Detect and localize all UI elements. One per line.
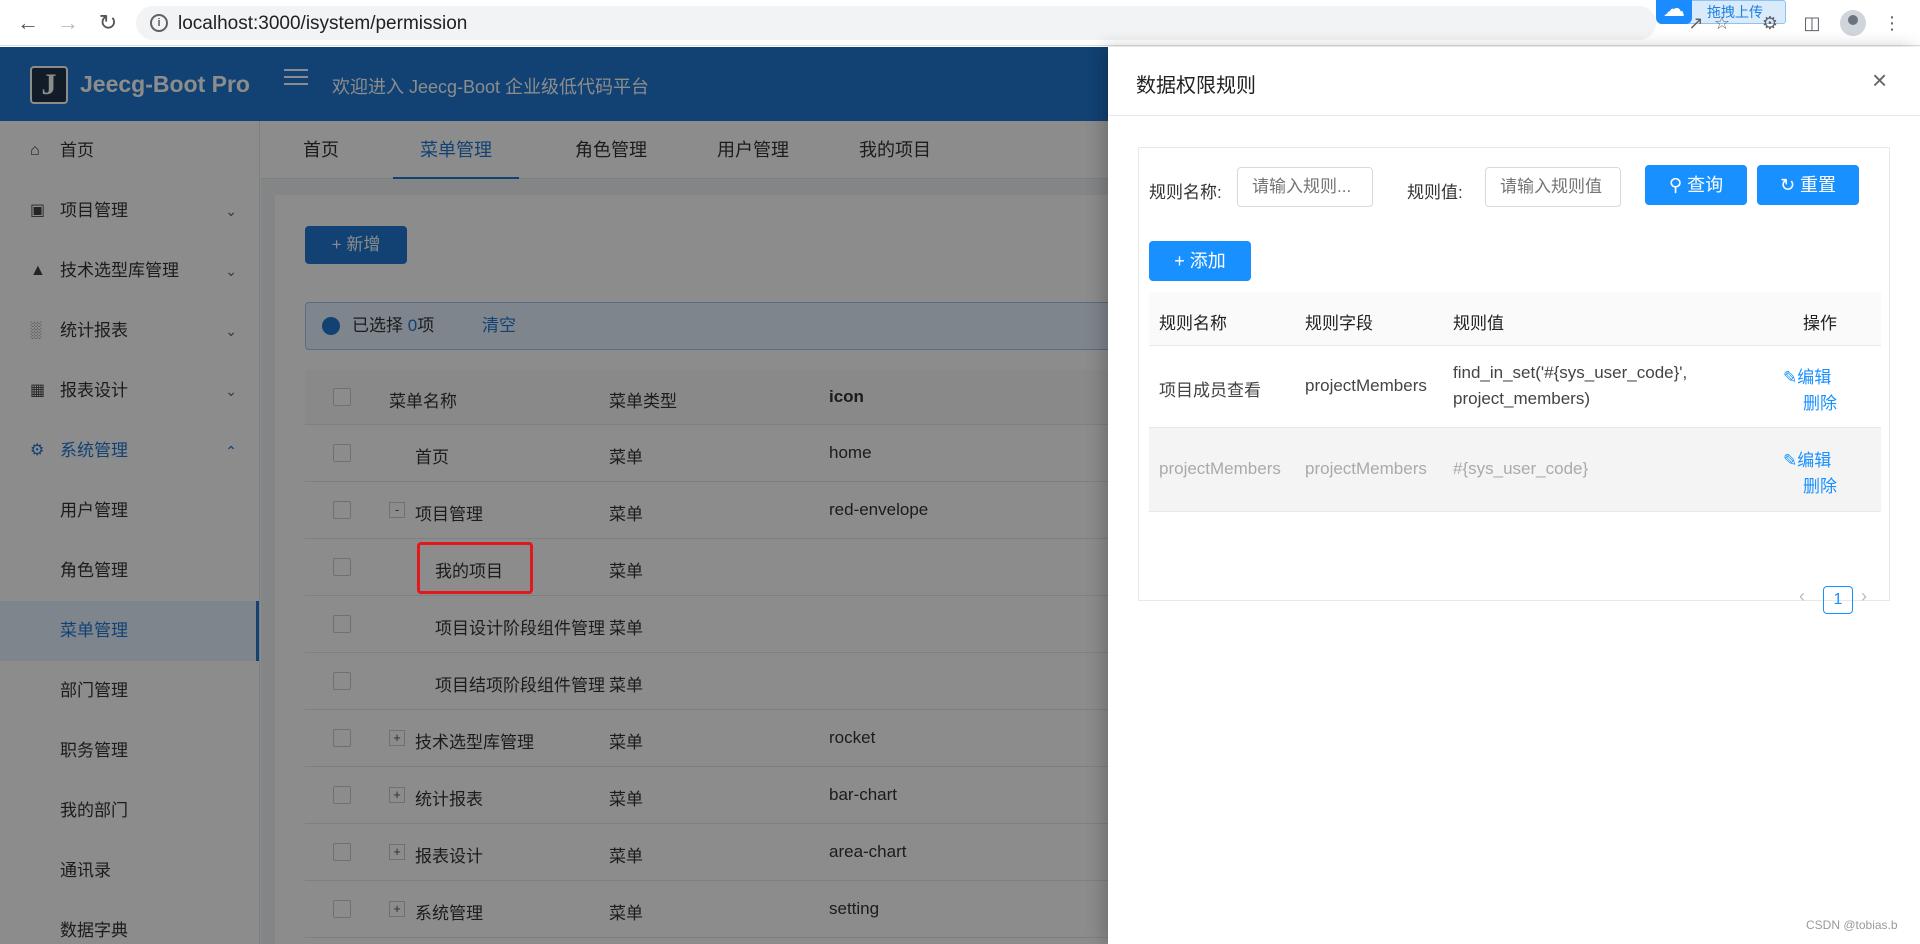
close-icon[interactable]: × (1872, 65, 1887, 96)
prev-page-icon[interactable]: ‹ (1799, 586, 1805, 607)
rule-value-line: #{sys_user_code} (1453, 459, 1589, 478)
rule-name-input[interactable] (1237, 167, 1373, 207)
table-row[interactable]: projectMembers projectMembers #{sys_user… (1149, 428, 1881, 512)
address-bar[interactable]: i localhost:3000/isystem/permission (136, 6, 1656, 40)
edit-link[interactable]: ✎编辑 (1783, 446, 1831, 471)
rule-value-input[interactable] (1485, 167, 1621, 207)
edit-icon: ✎ (1783, 368, 1798, 387)
edit-link[interactable]: ✎编辑 (1783, 363, 1831, 388)
rule-field: projectMembers (1305, 459, 1427, 478)
more-icon[interactable]: ⋮ (1880, 11, 1904, 35)
col-actions: 操作 (1803, 314, 1837, 333)
back-icon[interactable]: ← (14, 9, 42, 37)
delete-link[interactable]: 删除 (1803, 472, 1837, 497)
drawer-mask[interactable] (0, 47, 1108, 944)
table-row[interactable]: 项目成员查看 projectMembers find_in_set('#{sys… (1149, 346, 1881, 428)
reload-icon: ↻ (1779, 175, 1801, 195)
col-rule-field: 规则字段 (1305, 314, 1373, 333)
url-text[interactable]: localhost:3000/isystem/permission (178, 13, 467, 35)
rule-field: projectMembers (1305, 376, 1427, 395)
delete-link[interactable]: 删除 (1803, 389, 1837, 414)
data-rule-drawer: 数据权限规则 × 规则名称: 规则值: ⚲ 查询 ↻ 重置 + 添加 规则名称 … (1108, 47, 1920, 944)
drawer-title: 数据权限规则 (1136, 75, 1256, 97)
watermark: CSDN @tobias.b (1806, 918, 1898, 932)
reset-button[interactable]: ↻ 重置 (1757, 165, 1859, 205)
rule-name-label: 规则名称: (1149, 183, 1222, 202)
rule-name: 项目成员查看 (1159, 381, 1261, 400)
rule-value-line: find_in_set('#{sys_user_code}', (1453, 363, 1688, 382)
sidepanel-icon[interactable]: ◫ (1800, 11, 1824, 35)
rule-table-header: 规则名称 规则字段 规则值 操作 (1149, 292, 1881, 346)
extensions-icon[interactable]: ⚙ (1758, 11, 1782, 35)
query-button[interactable]: ⚲ 查询 (1645, 165, 1747, 205)
search-icon: ⚲ (1668, 175, 1688, 195)
rule-panel: 规则名称: 规则值: ⚲ 查询 ↻ 重置 + 添加 规则名称 规则字段 规则值 … (1138, 147, 1890, 614)
page-1-button[interactable]: 1 (1823, 586, 1853, 614)
col-rule-value: 规则值 (1453, 314, 1504, 333)
rule-name: projectMembers (1159, 459, 1281, 478)
share-icon[interactable]: ↗ (1684, 11, 1708, 35)
divider (1108, 115, 1920, 116)
rule-value-line: project_members) (1453, 389, 1590, 408)
plus-icon: + (1174, 251, 1190, 271)
site-info-icon[interactable]: i (150, 14, 168, 32)
reload-icon[interactable]: ↻ (94, 9, 122, 37)
edit-icon: ✎ (1783, 451, 1798, 470)
next-page-icon[interactable]: › (1861, 586, 1867, 607)
rule-value-label: 规则值: (1407, 183, 1463, 202)
col-rule-name: 规则名称 (1159, 314, 1227, 333)
profile-avatar[interactable] (1840, 10, 1866, 36)
highlight-box (417, 542, 533, 594)
star-icon[interactable]: ☆ (1710, 11, 1734, 35)
browser-toolbar: ← → ↻ i localhost:3000/isystem/permissio… (0, 0, 1920, 46)
forward-icon[interactable]: → (54, 9, 82, 37)
add-rule-button[interactable]: + 添加 (1149, 241, 1251, 281)
